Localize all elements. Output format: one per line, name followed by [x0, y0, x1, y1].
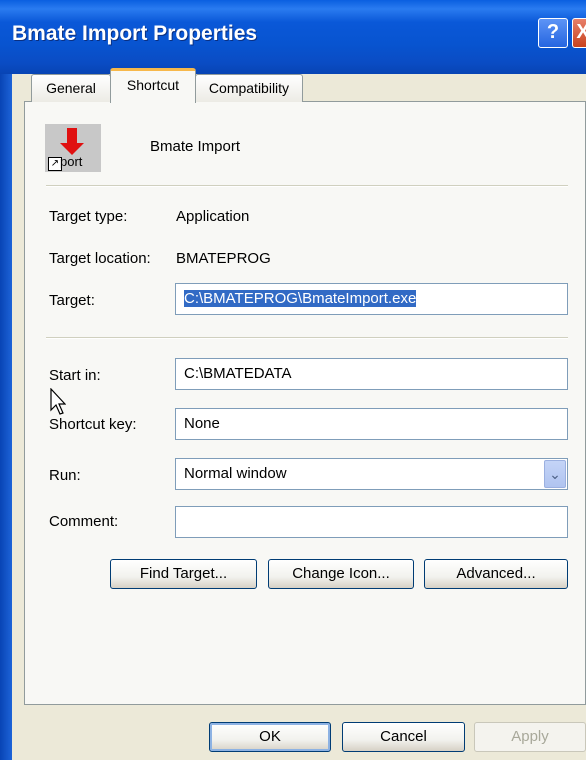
- apply-button[interactable]: Apply: [474, 722, 586, 752]
- run-selected-value: Normal window: [184, 465, 287, 482]
- tab-general[interactable]: General: [31, 74, 111, 102]
- shortcut-key-field[interactable]: None: [175, 408, 568, 440]
- comment-label: Comment:: [49, 513, 119, 530]
- shortcut-key-label: Shortcut key:: [49, 416, 137, 433]
- shortcut-tab-panel: [24, 101, 586, 705]
- close-button[interactable]: X: [572, 18, 586, 48]
- target-field[interactable]: C:\BMATEPROG\BmateImport.exe: [175, 283, 568, 315]
- run-label: Run:: [49, 467, 81, 484]
- title-bar[interactable]: Bmate Import Properties ? X: [0, 0, 586, 74]
- cancel-button[interactable]: Cancel: [342, 722, 465, 752]
- target-location-label: Target location:: [49, 250, 151, 267]
- target-type-label: Target type:: [49, 208, 128, 225]
- shortcut-name: Bmate Import: [150, 138, 241, 155]
- target-value: C:\BMATEPROG\BmateImport.exe: [184, 290, 417, 307]
- separator: [46, 337, 568, 339]
- help-button[interactable]: ?: [538, 18, 568, 48]
- ok-button[interactable]: OK: [209, 722, 331, 752]
- separator: [46, 185, 568, 187]
- comment-field[interactable]: [175, 506, 568, 538]
- window-frame-left: [0, 74, 12, 760]
- tab-shortcut[interactable]: Shortcut: [110, 68, 196, 103]
- target-location-value: BMATEPROG: [176, 250, 271, 267]
- target-type-value: Application: [176, 208, 250, 225]
- tab-compatibility[interactable]: Compatibility: [195, 74, 303, 102]
- start-in-label: Start in:: [49, 367, 101, 384]
- icon-caption: port: [60, 154, 83, 169]
- find-target-button[interactable]: Find Target...: [110, 559, 257, 589]
- chevron-down-icon[interactable]: ⌄: [544, 460, 566, 488]
- advanced-button[interactable]: Advanced...: [424, 559, 568, 589]
- window-title: Bmate Import Properties: [12, 22, 258, 45]
- start-in-field[interactable]: C:\BMATEDATA: [175, 358, 568, 390]
- target-label: Target:: [49, 292, 95, 309]
- change-icon-button[interactable]: Change Icon...: [268, 559, 414, 589]
- arrow-down-icon: [67, 128, 77, 144]
- mouse-cursor-icon: [50, 388, 66, 415]
- run-dropdown[interactable]: Normal window ⌄: [175, 458, 568, 490]
- application-icon: ↗ port: [45, 124, 101, 172]
